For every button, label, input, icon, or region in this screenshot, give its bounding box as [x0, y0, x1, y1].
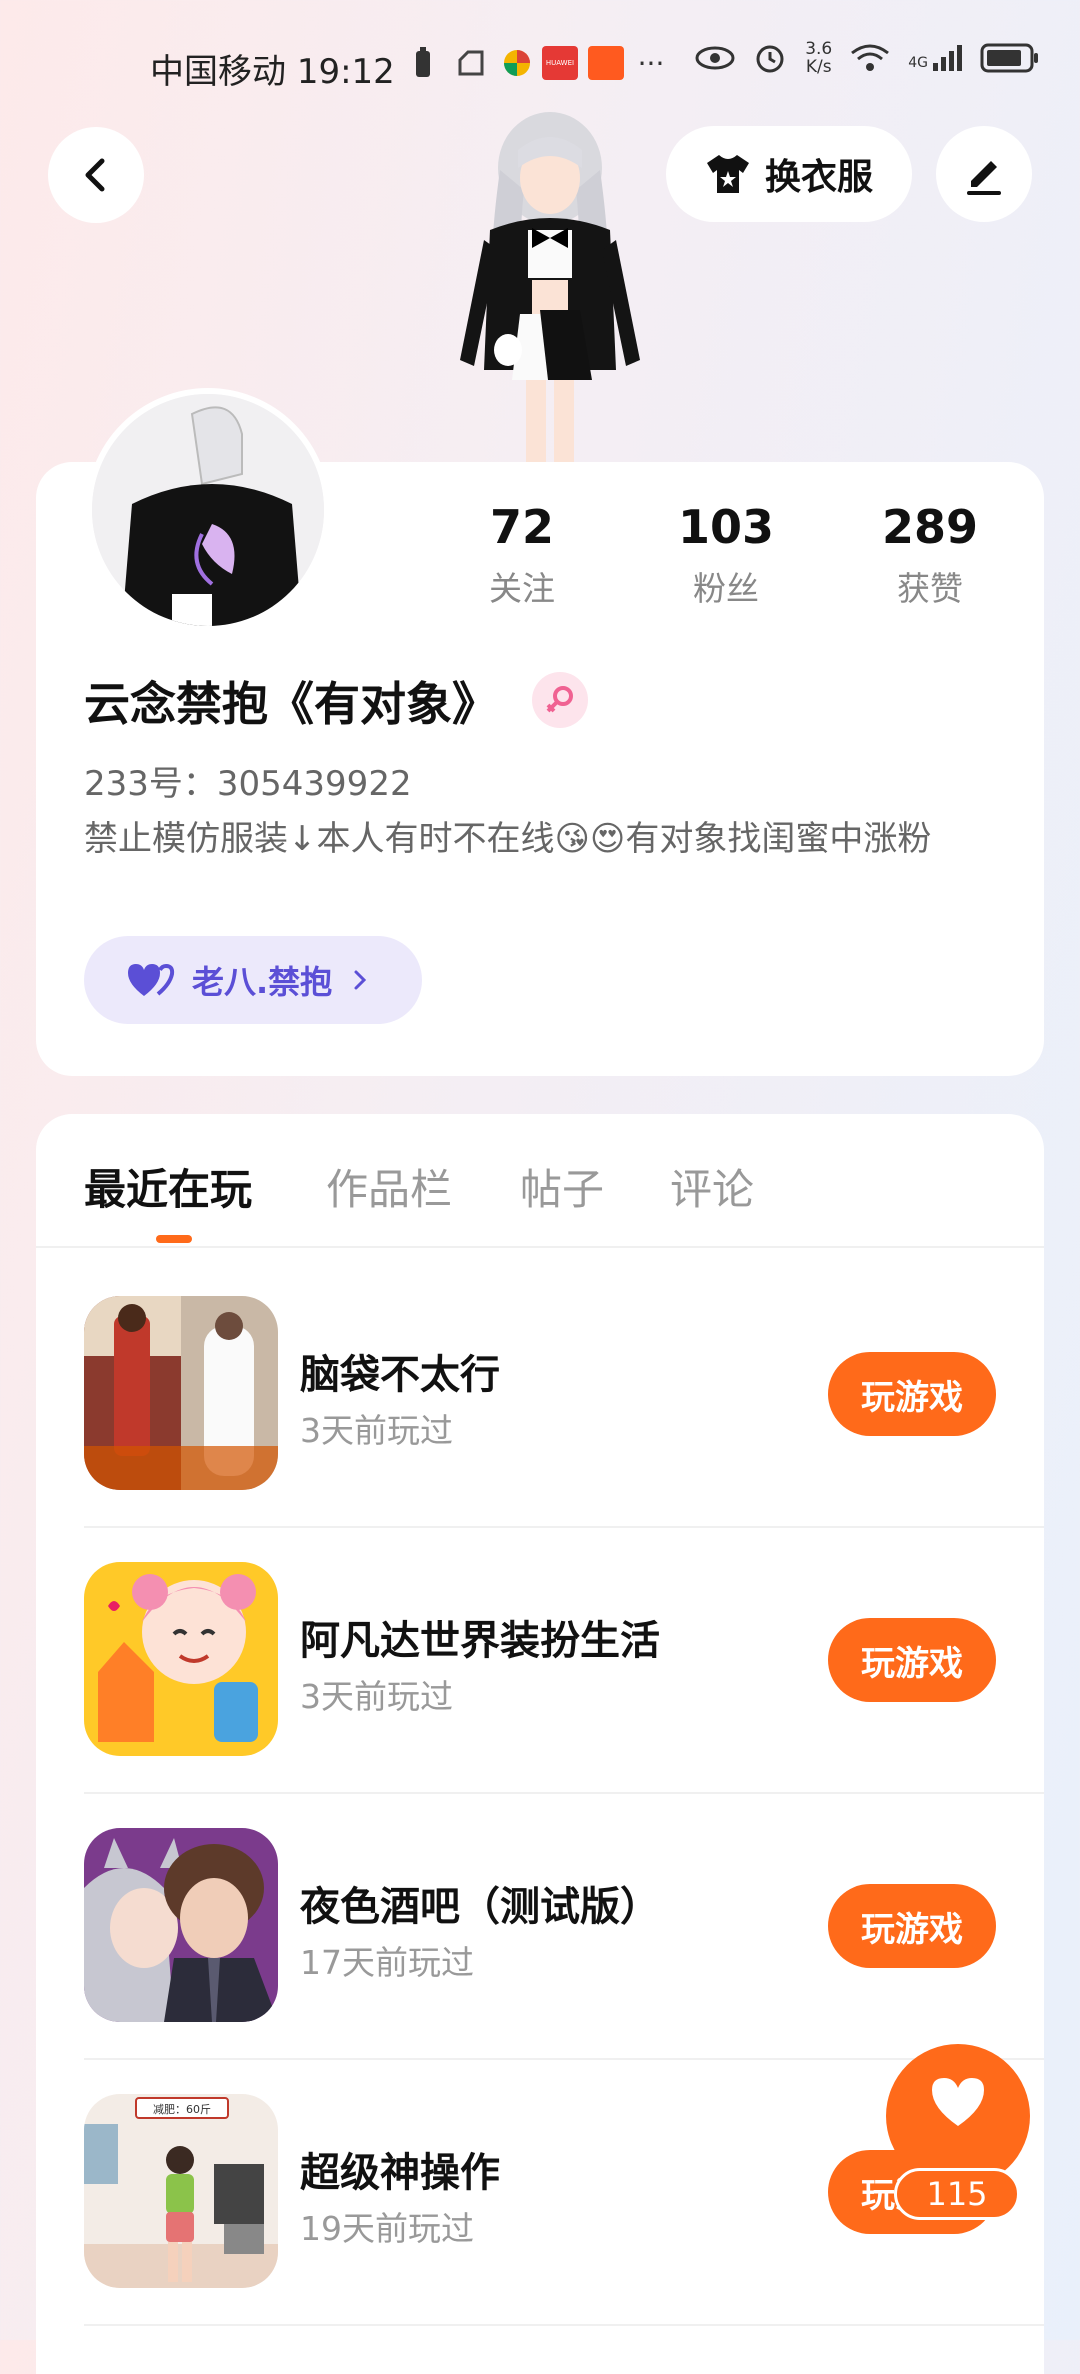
tab-comments[interactable]: 评论 — [670, 1156, 754, 1217]
nickname: 云念禁抱《有对象》 — [84, 677, 498, 731]
more-notifications-icon: ··· — [637, 46, 665, 80]
game-icon[interactable] — [84, 1828, 278, 2022]
game-played-time: 3天前玩过 — [300, 1677, 453, 1716]
tshirt-icon — [706, 155, 749, 193]
game-played-time: 17天前玩过 — [300, 1943, 474, 1982]
chevron-right-icon — [354, 970, 367, 990]
bio: 禁止模仿服装↓本人有时不在线😘😍有对象找闺蜜中涨粉 — [84, 819, 932, 859]
stat-following[interactable]: 72 关注 — [432, 500, 612, 610]
row-divider — [84, 2324, 1044, 2326]
game-title: 夜色酒吧（测试版） — [300, 1884, 660, 1930]
tab-works[interactable]: 作品栏 — [326, 1156, 452, 1217]
back-button[interactable] — [48, 127, 144, 223]
game-title: 阿凡达世界装扮生活 — [300, 1618, 660, 1664]
browser-app-icon — [500, 46, 534, 80]
play-game-button[interactable]: 玩游戏 — [828, 1352, 996, 1436]
chevron-left-icon — [85, 158, 105, 192]
kuaishou-app-icon — [588, 46, 624, 80]
notification-icon — [454, 46, 488, 80]
pencil-icon — [967, 161, 1001, 195]
net-speed: 3.6 K/s — [805, 39, 833, 77]
edit-profile-button[interactable] — [936, 126, 1032, 222]
change-outfit-button[interactable]: 换衣服 — [666, 126, 912, 222]
avatar-character-image[interactable] — [420, 110, 680, 470]
status-carrier: 中国移动 19:12 — [150, 52, 395, 92]
game-title: 脑袋不太行 — [300, 1352, 500, 1398]
stat-likes[interactable]: 289 获赞 — [840, 500, 1020, 610]
battery-saver-icon — [412, 46, 434, 80]
tab-recently-played[interactable]: 最近在玩 — [84, 1156, 252, 1217]
game4-banner-text: 减肥：60斤 — [153, 2103, 211, 2116]
alarm-icon — [756, 45, 784, 73]
game-played-time: 3天前玩过 — [300, 1411, 453, 1450]
wifi-icon — [851, 44, 890, 71]
double-heart-icon — [128, 963, 175, 996]
game-played-time: 19天前玩过 — [300, 2209, 474, 2248]
cell-signal-icon: 4G — [908, 45, 962, 71]
status-right-cluster: 3.6 K/s 4G — [695, 40, 1040, 76]
play-game-button[interactable]: 玩游戏 — [828, 1884, 996, 1968]
game-icon[interactable]: 减肥：60斤 — [84, 2094, 278, 2288]
tab-indicator — [156, 1235, 192, 1243]
user-id: 233号：305439922 — [84, 764, 412, 804]
partner-chip[interactable]: 老八.禁抱 — [84, 936, 422, 1024]
huawei-app-icon: HUAWEI — [542, 46, 578, 80]
game-icon[interactable] — [84, 1562, 278, 1756]
game-title: 超级神操作 — [300, 2150, 500, 2196]
like-count: 115 — [894, 2168, 1020, 2220]
stat-followers[interactable]: 103 粉丝 — [636, 500, 816, 610]
tab-posts[interactable]: 帖子 — [520, 1156, 604, 1217]
game-icon[interactable] — [84, 1296, 278, 1490]
battery-icon — [980, 43, 1038, 73]
female-icon — [532, 672, 588, 728]
heart-icon — [932, 2078, 984, 2126]
avatar[interactable] — [86, 388, 330, 632]
like-button[interactable] — [886, 2044, 1030, 2188]
play-game-button[interactable]: 玩游戏 — [828, 1618, 996, 1702]
tab-divider — [36, 1246, 1044, 1248]
eye-icon — [695, 46, 735, 70]
